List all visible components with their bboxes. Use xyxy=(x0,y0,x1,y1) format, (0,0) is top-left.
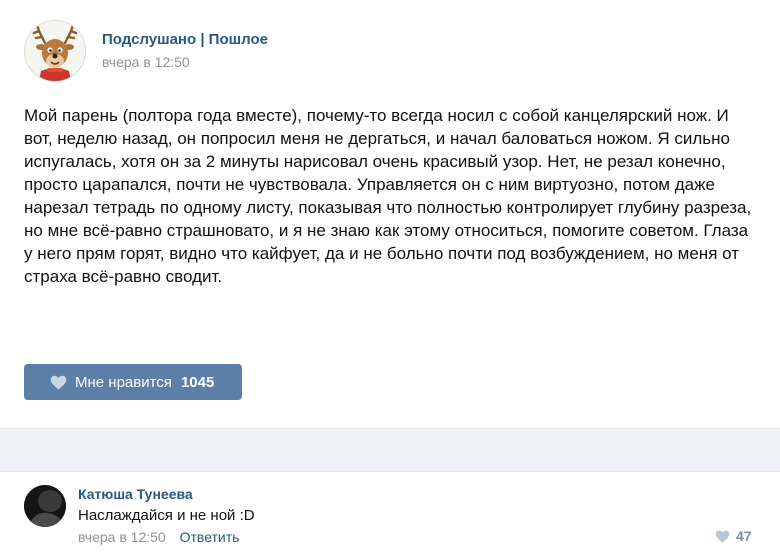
comment-timestamp[interactable]: вчера в 12:50 xyxy=(78,529,166,545)
comment-meta: вчера в 12:50 Ответить xyxy=(78,529,239,545)
comment-avatar-photo xyxy=(24,485,66,527)
heart-icon xyxy=(715,530,730,543)
comment-like-count: 47 xyxy=(736,528,752,544)
section-divider-band xyxy=(0,428,780,472)
reindeer-avatar-icon xyxy=(32,23,78,81)
post-text: Мой парень (полтора года вместе), почему… xyxy=(24,106,752,286)
reply-button[interactable]: Ответить xyxy=(180,529,240,545)
comment-avatar[interactable] xyxy=(24,485,66,527)
like-label: Мне нравится xyxy=(75,373,172,391)
heart-icon xyxy=(50,375,67,390)
like-button[interactable]: Мне нравится 1045 xyxy=(24,364,242,400)
post-timestamp[interactable]: вчера в 12:50 xyxy=(102,52,268,72)
like-count: 1045 xyxy=(180,373,215,391)
comment-text: Наслаждайся и не ной :D xyxy=(78,507,255,524)
group-avatar[interactable] xyxy=(24,20,86,82)
post-header-text: Подслушано | Пошлое вчера в 12:50 xyxy=(102,31,268,72)
group-name-link[interactable]: Подслушано | Пошлое xyxy=(102,31,268,49)
comment-like-button[interactable]: 47 xyxy=(715,528,752,544)
comment-author-link[interactable]: Катюша Тунеева xyxy=(78,486,193,502)
